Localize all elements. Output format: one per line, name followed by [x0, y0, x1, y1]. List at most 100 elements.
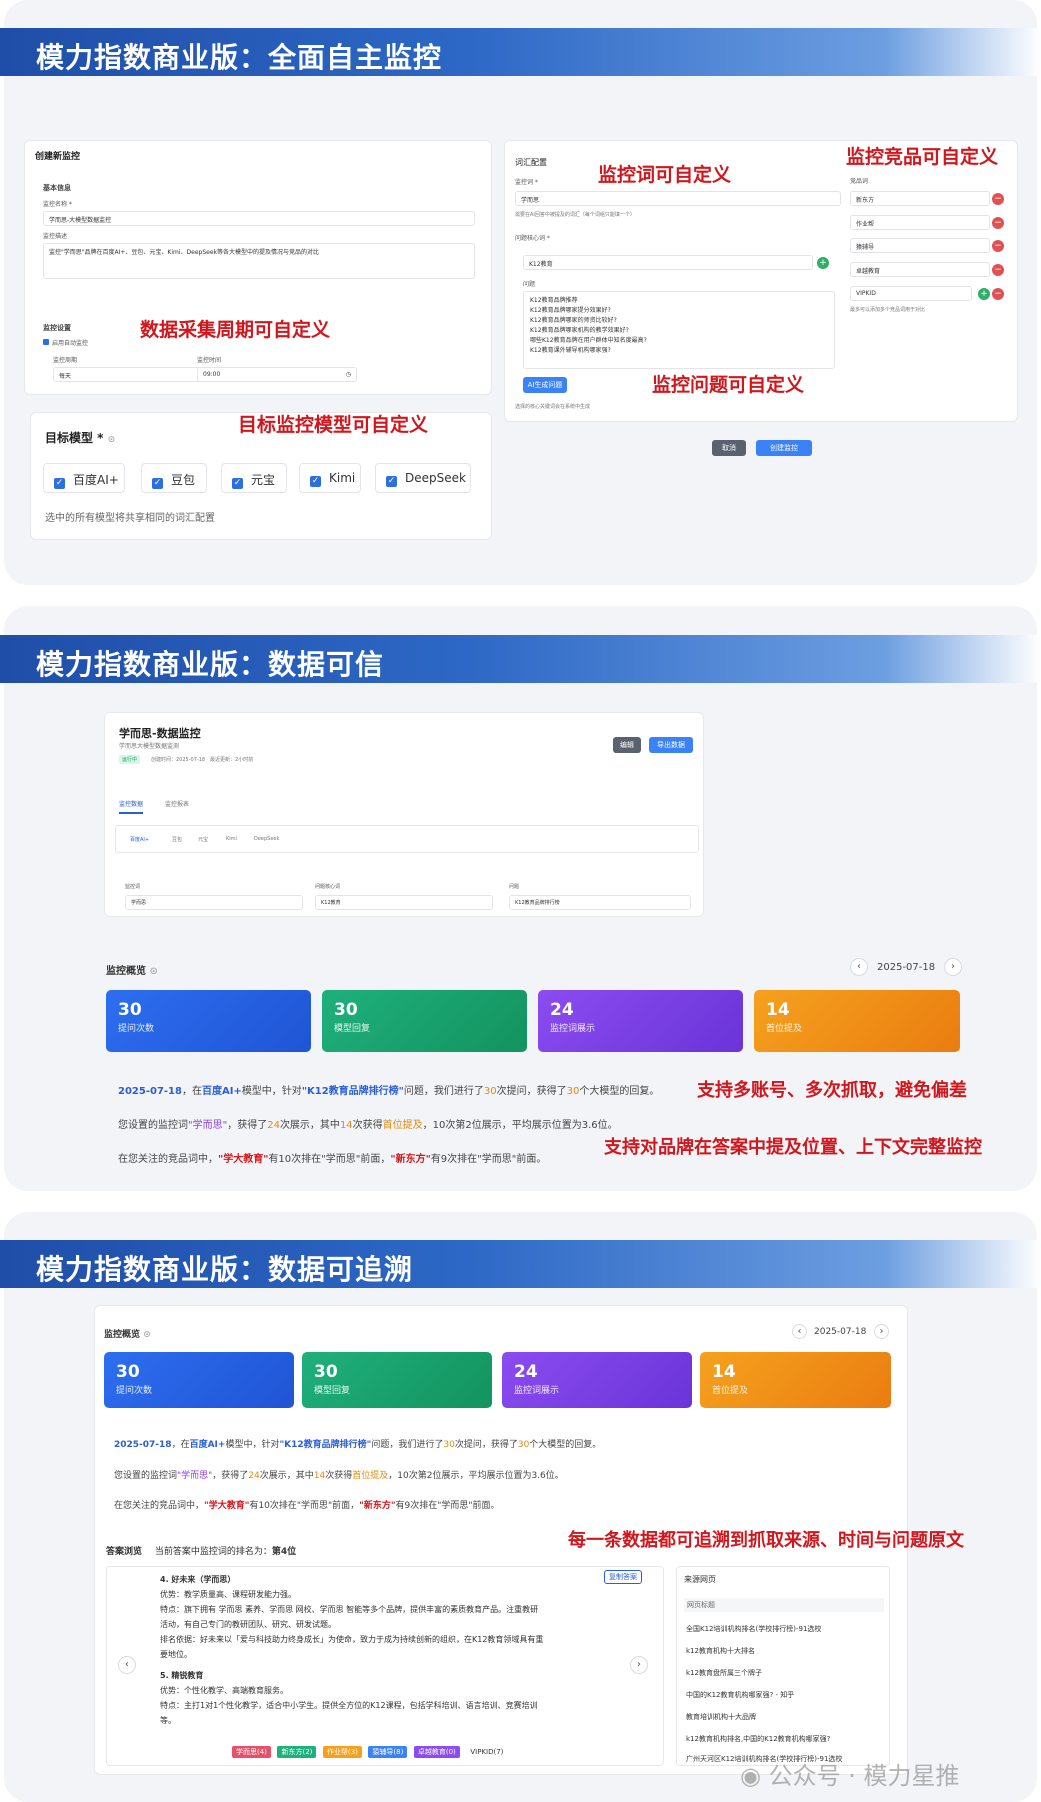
remove-icon[interactable]: − — [992, 264, 1004, 276]
date-display: 2025-07-18 — [814, 1327, 867, 1337]
model-checkbox-yuanbao[interactable]: ✓ 元宝 — [221, 463, 287, 493]
next-date-button[interactable]: › — [874, 1324, 889, 1339]
auto-monitor-checkbox[interactable]: 启用自动监控 — [43, 338, 88, 347]
filter-question-select[interactable]: K12教育品牌排行榜 — [509, 895, 691, 910]
period-select[interactable]: 每天⌄ — [53, 367, 213, 382]
source-link[interactable]: k12教育盘所属三个牌子 — [686, 1668, 762, 1678]
add-core-icon[interactable]: + — [817, 257, 829, 269]
question-label: 问题 — [523, 281, 536, 288]
next-answer-button[interactable]: › — [630, 1656, 648, 1674]
competitor-input[interactable]: 猿辅导 — [850, 238, 990, 253]
remove-icon[interactable]: − — [992, 217, 1004, 229]
competitor-input[interactable]: 卓越教育 — [850, 262, 990, 277]
keyword-input[interactable]: 学而思 — [515, 191, 841, 206]
competitor-row: 作业帮 − — [850, 215, 1010, 232]
stat-card-first-mention: 14 首位提及 — [700, 1352, 891, 1408]
source-link[interactable]: 中国的K12教育机构哪家强? - 知乎 — [686, 1690, 794, 1700]
summary-line-1: 2025-07-18，在百度AI+模型中，针对"K12教育品牌排行榜"问题，我们… — [114, 1440, 602, 1450]
competitor-input[interactable]: 作业帮 — [850, 215, 990, 230]
clock-icon: ◷ — [345, 371, 351, 378]
note-competitor: 监控竞品可自定义 — [846, 146, 999, 168]
summary-line-1: 2025-07-18，在百度AI+模型中，针对"K12教育品牌排行榜"问题，我们… — [118, 1086, 660, 1097]
brand-tag: 卓越教育(0) — [413, 1746, 460, 1758]
answer-item-line: 特点：主打1对1个性化教学，适合中小学生。提供全方位的K12课程，包括学科培训、… — [160, 1701, 538, 1710]
tab-model-baidu[interactable]: 百度AI+ — [130, 836, 149, 843]
brand-tag: 作业帮(3) — [322, 1746, 362, 1758]
prev-answer-button[interactable]: ‹ — [118, 1656, 136, 1674]
summary-line-3: 在您关注的竞品词中，"学大教育"有10次排在"学而思"前面，"新东方"有9次排在… — [118, 1154, 547, 1165]
brand-tag: VIPKID(7) — [466, 1747, 508, 1757]
filter-core-label: 问题核心词 — [315, 884, 341, 890]
competitor-row: 猿辅导 − — [850, 238, 1010, 255]
monitor-title: 学而思-数据监控 — [119, 727, 201, 740]
filter-keyword-select[interactable]: 学而思 — [125, 895, 303, 910]
tab-model-deepseek[interactable]: DeepSeek — [254, 836, 279, 842]
summary-line-2: 您设置的监控词"学而思"，获得了24次展示，其中14次获得首位提及，10次第2位… — [118, 1120, 618, 1131]
model-checkbox-kimi[interactable]: ✓ Kimi — [299, 463, 361, 493]
next-date-button[interactable]: › — [944, 958, 962, 976]
core-input[interactable]: K12教育 — [523, 255, 813, 270]
check-icon: ✓ — [232, 478, 243, 489]
competitor-row: 新东方 − — [850, 191, 1010, 208]
answer-item-title: 5. 精锐教育 — [160, 1671, 204, 1680]
filter-core-select[interactable]: K12教育 — [315, 895, 493, 910]
model-checkbox-deepseek[interactable]: ✓ DeepSeek — [375, 463, 471, 493]
sources-header: 网页标题 — [684, 1598, 884, 1612]
tab-monitor-report[interactable]: 监控报表 — [165, 799, 189, 808]
stat-card-questions: 30 提问次数 — [106, 990, 311, 1052]
add-competitor-icon[interactable]: + — [978, 288, 990, 300]
competitor-input[interactable]: 新东方 — [850, 191, 990, 206]
source-link[interactable]: k12教育机构排名,中国的K12教育机构哪家强? — [686, 1734, 830, 1744]
model-checkbox-baidu[interactable]: ✓ 百度AI+ — [43, 463, 125, 493]
tab-model-yuanbao[interactable]: 元宝 — [198, 836, 208, 843]
keyword-label: 监控词 * — [515, 179, 538, 186]
prev-date-button[interactable]: ‹ — [792, 1324, 807, 1339]
vocab-title: 词汇配置 — [515, 158, 547, 167]
remove-icon[interactable]: − — [992, 193, 1004, 205]
competitor-row: VIPKID + − — [850, 286, 1010, 303]
question-item: K12教育品牌哪家的师资比较好? — [530, 317, 617, 324]
source-link[interactable]: 全国K12培训机构排名(学校排行榜)-91选校 — [686, 1624, 821, 1634]
create-monitor-button[interactable]: 创建监控 — [756, 440, 812, 456]
stat-card-impressions: 24 监控词展示 — [502, 1352, 692, 1408]
help-icon: ⊙ — [143, 1330, 151, 1340]
source-link[interactable]: k12教育机构十大排名 — [686, 1646, 755, 1656]
time-picker[interactable]: 09:00 ◷ — [197, 367, 357, 382]
summary-line-2: 您设置的监控词"学而思"，获得了24次展示，其中14次获得首位提及，10次第2位… — [114, 1471, 564, 1481]
prev-date-button[interactable]: ‹ — [850, 958, 868, 976]
source-link[interactable]: 教育培训机构十大品牌 — [686, 1712, 756, 1722]
brand-tag: 猿辅导(8) — [368, 1746, 408, 1758]
model-checkbox-doubao[interactable]: ✓ 豆包 — [141, 463, 207, 493]
tab-model-kimi[interactable]: Kimi — [226, 836, 237, 842]
competitor-input[interactable]: VIPKID — [850, 286, 972, 301]
question-item: K12教育品牌推荐 — [530, 297, 578, 304]
tab-monitor-data[interactable]: 监控数据 — [119, 799, 144, 814]
keyword-hint: 需要在AI回答中被提及的词汇（每个词组只能填一个） — [515, 212, 635, 218]
ai-generate-button[interactable]: AI生成问题 — [523, 377, 567, 393]
cancel-button[interactable]: 取消 — [712, 440, 746, 456]
question-textarea[interactable]: K12教育品牌推荐 K12教育品牌哪家提分效果好? K12教育品牌哪家的师资比较… — [523, 291, 835, 369]
note-traceable: 每一条数据都可追溯到抓取来源、时间与问题原文 — [568, 1530, 964, 1551]
filter-keyword-label: 监控词 — [125, 884, 141, 890]
section-3-banner: 模力指数商业版：数据可追溯 — [0, 1240, 1041, 1288]
brand-tag-list: 学而思(4) 新东方(2) 作业帮(3) 猿辅导(8) 卓越教育(0) VIPK… — [232, 1746, 511, 1758]
note-model: 目标监控模型可自定义 — [238, 414, 429, 436]
export-button[interactable]: 导出数据 — [649, 737, 693, 753]
answer-item-line: 活动，有自己专门的教研团队、研究、研发试题。 — [160, 1620, 336, 1629]
tab-model-doubao[interactable]: 豆包 — [172, 836, 182, 843]
check-icon: ✓ — [386, 476, 397, 487]
competitor-hint: 最多可以添加多个竞品词用于对比 — [850, 307, 926, 313]
help-icon: ⊙ — [107, 435, 116, 445]
remove-icon[interactable]: − — [992, 288, 1004, 300]
monitor-desc-textarea[interactable]: 监控"学而思"品牌在百度AI+、豆包、元宝、Kimi、DeepSeek等各大模型… — [43, 243, 475, 279]
models-label: 目标模型 * ⊙ — [45, 431, 116, 445]
competitor-label: 竞品词 — [850, 178, 869, 185]
basic-info-heading: 基本信息 — [43, 184, 71, 192]
check-icon: ✓ — [54, 478, 65, 489]
overview-title: 监控概览 ⊙ — [104, 1330, 151, 1340]
monitor-name-input[interactable]: 学而思-大模型数据监控 — [43, 211, 475, 226]
wechat-icon: ◉ — [740, 1762, 761, 1790]
edit-button[interactable]: 编辑 — [613, 737, 641, 753]
answer-item-line: 等。 — [160, 1716, 176, 1725]
remove-icon[interactable]: − — [992, 240, 1004, 252]
